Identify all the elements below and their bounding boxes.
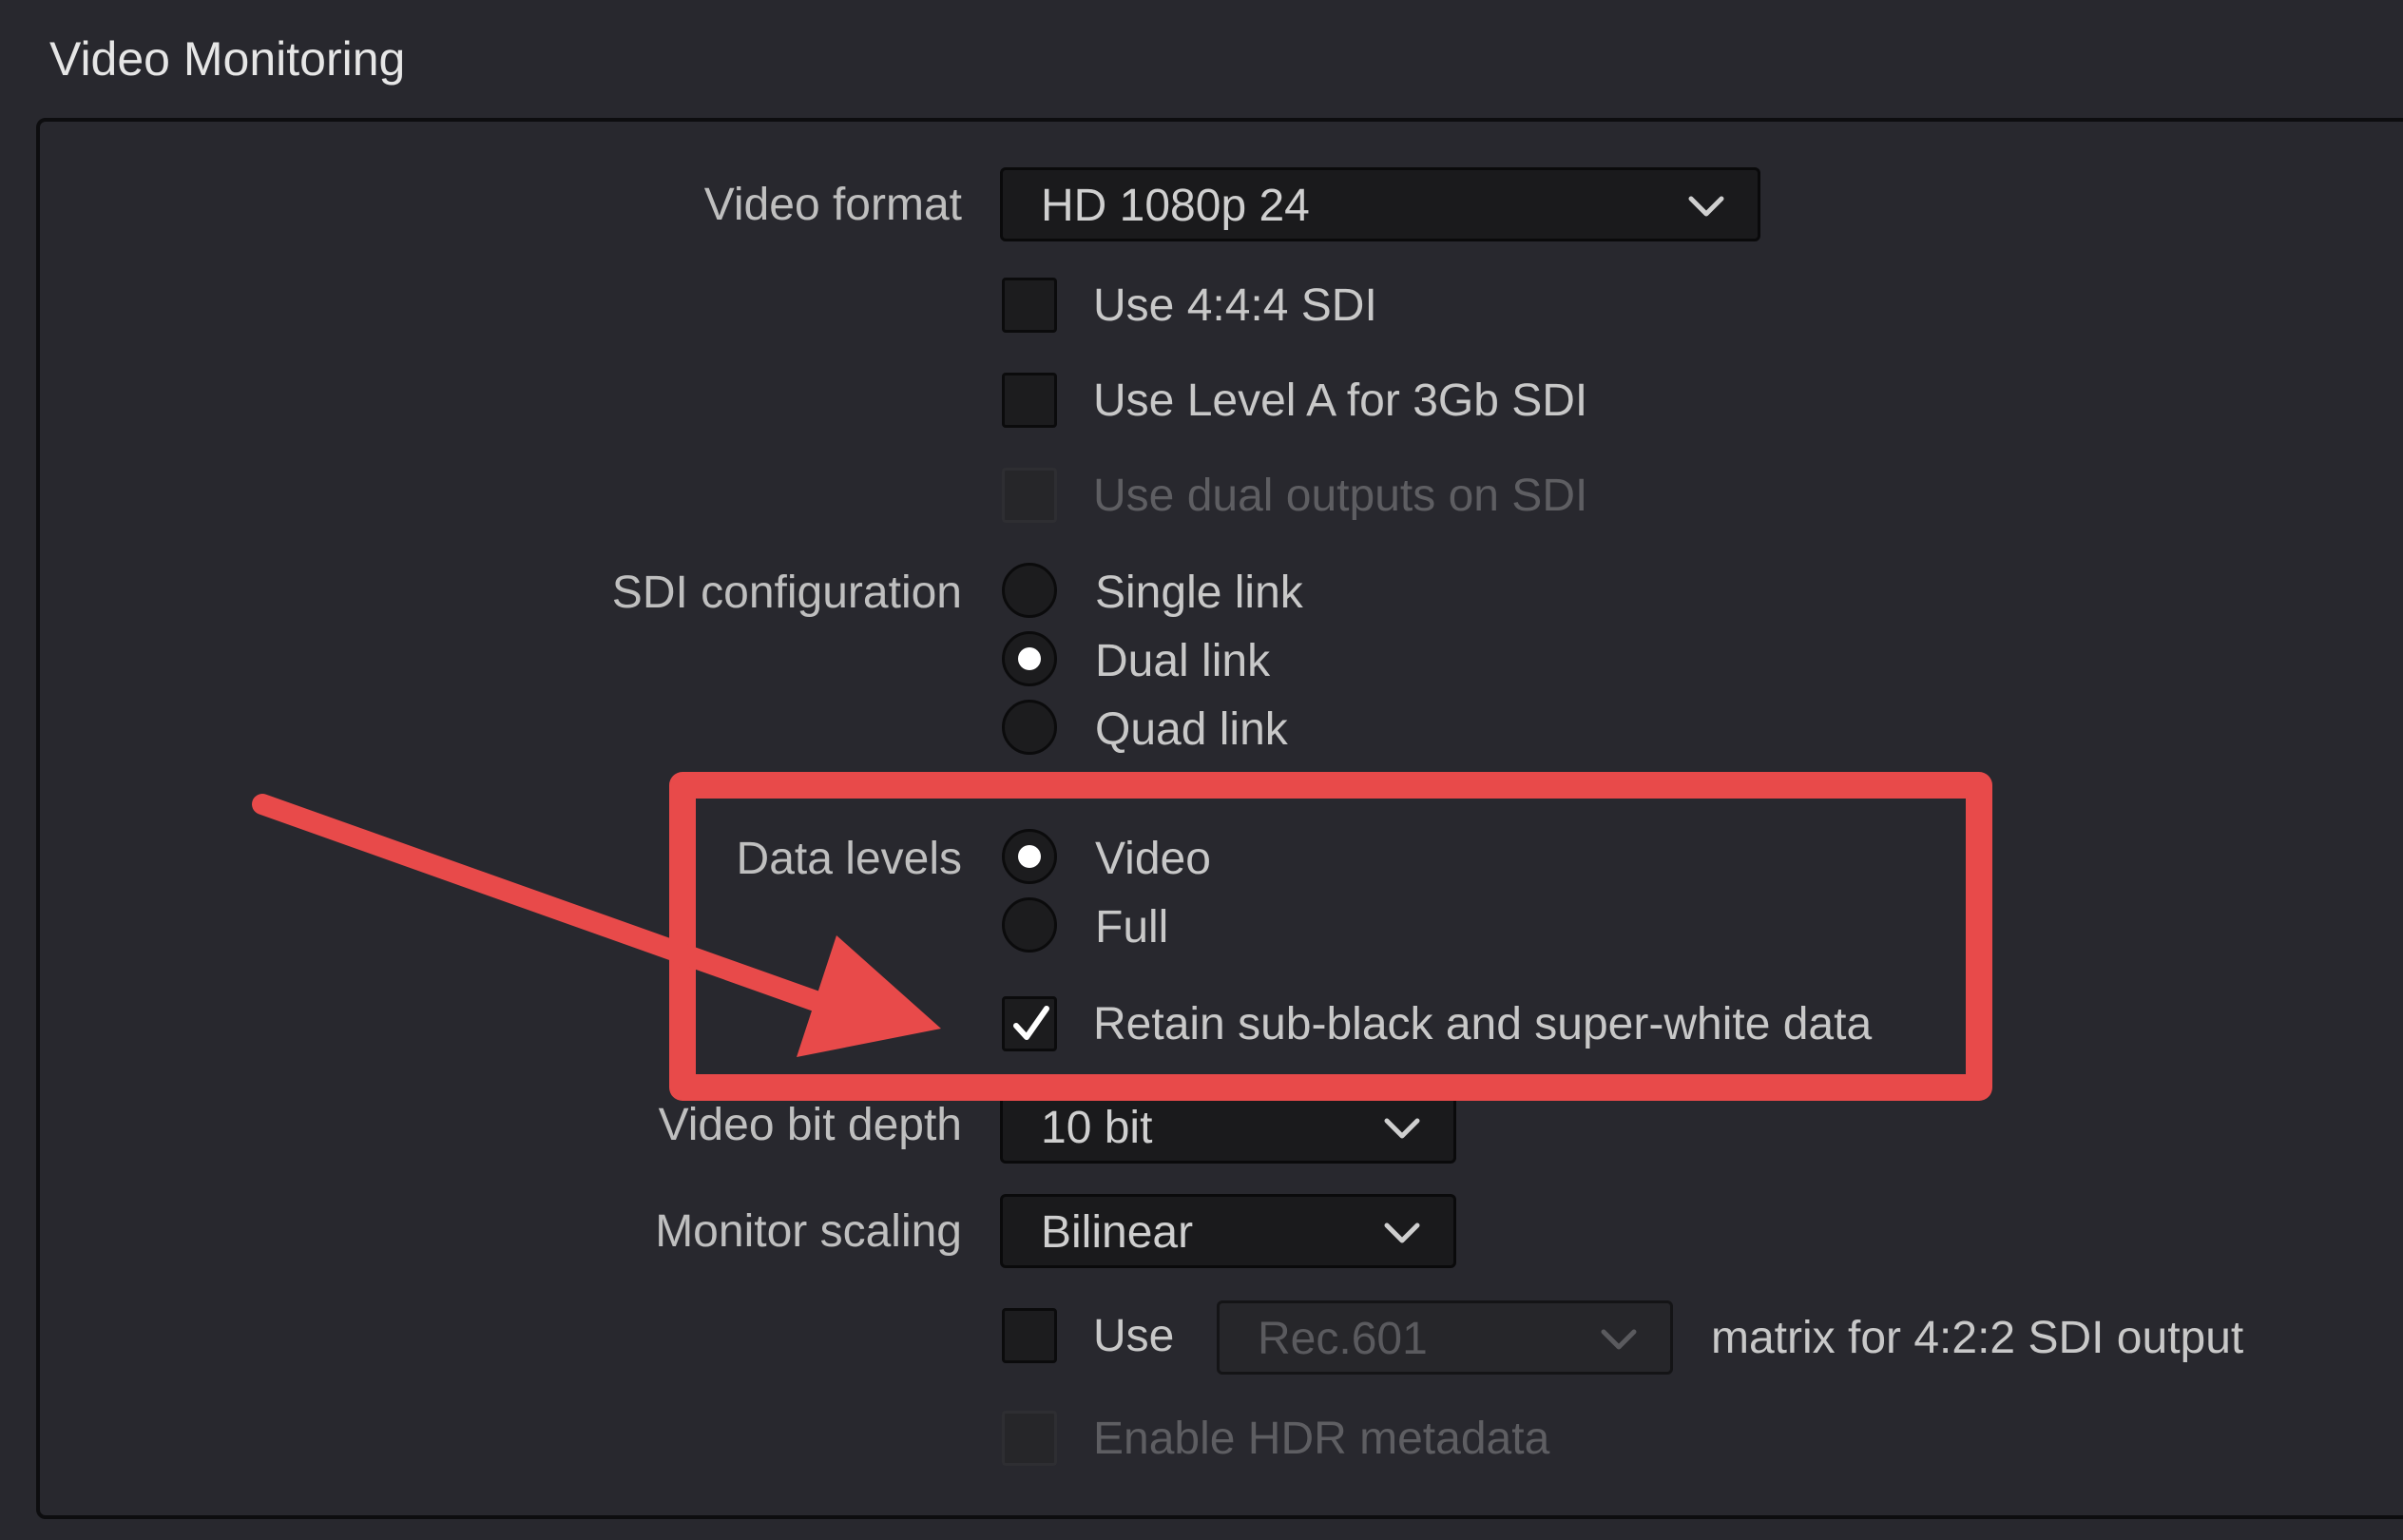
enable-hdr-label: Enable HDR metadata bbox=[1093, 1414, 1550, 1464]
video-format-label: Video format bbox=[703, 180, 962, 230]
chevron-down-icon bbox=[1384, 1118, 1420, 1139]
section-title: Video Monitoring bbox=[49, 32, 406, 86]
quad-link-label: Quad link bbox=[1095, 704, 1288, 755]
use-matrix-checkbox[interactable] bbox=[1002, 1308, 1057, 1363]
monitor-scaling-value: Bilinear bbox=[1041, 1207, 1194, 1258]
monitor-scaling-dropdown[interactable]: Bilinear bbox=[1000, 1194, 1456, 1268]
use-level-a-label: Use Level A for 3Gb SDI bbox=[1093, 375, 1588, 426]
video-bit-depth-label: Video bit depth bbox=[658, 1100, 962, 1150]
matrix-value: Rec.601 bbox=[1258, 1314, 1428, 1364]
use-444-sdi-label: Use 4:4:4 SDI bbox=[1093, 280, 1377, 331]
matrix-dropdown[interactable]: Rec.601 bbox=[1217, 1300, 1673, 1375]
dual-link-radio[interactable] bbox=[1002, 631, 1057, 686]
use-dual-outputs-label: Use dual outputs on SDI bbox=[1093, 471, 1588, 521]
use-444-sdi-checkbox[interactable] bbox=[1002, 278, 1057, 333]
single-link-label: Single link bbox=[1095, 568, 1303, 618]
quad-link-radio[interactable] bbox=[1002, 700, 1057, 755]
video-format-value: HD 1080p 24 bbox=[1041, 181, 1310, 231]
use-matrix-label: Use bbox=[1093, 1311, 1175, 1361]
matrix-suffix-label: matrix for 4:2:2 SDI output bbox=[1711, 1313, 2244, 1363]
dual-link-label: Dual link bbox=[1095, 636, 1271, 686]
chevron-down-icon bbox=[1688, 196, 1724, 217]
annotation-arrow-icon bbox=[252, 794, 941, 1057]
single-link-radio[interactable] bbox=[1002, 563, 1057, 618]
chevron-down-icon bbox=[1601, 1329, 1637, 1350]
enable-hdr-checkbox[interactable] bbox=[1002, 1411, 1057, 1466]
radio-selected-dot bbox=[1018, 647, 1041, 670]
use-level-a-checkbox[interactable] bbox=[1002, 373, 1057, 428]
sdi-configuration-label: SDI configuration bbox=[611, 568, 962, 618]
video-format-dropdown[interactable]: HD 1080p 24 bbox=[1000, 167, 1760, 241]
chevron-down-icon bbox=[1384, 1222, 1420, 1243]
video-bit-depth-value: 10 bit bbox=[1041, 1103, 1153, 1153]
monitor-scaling-label: Monitor scaling bbox=[655, 1206, 962, 1257]
use-dual-outputs-checkbox[interactable] bbox=[1002, 468, 1057, 523]
